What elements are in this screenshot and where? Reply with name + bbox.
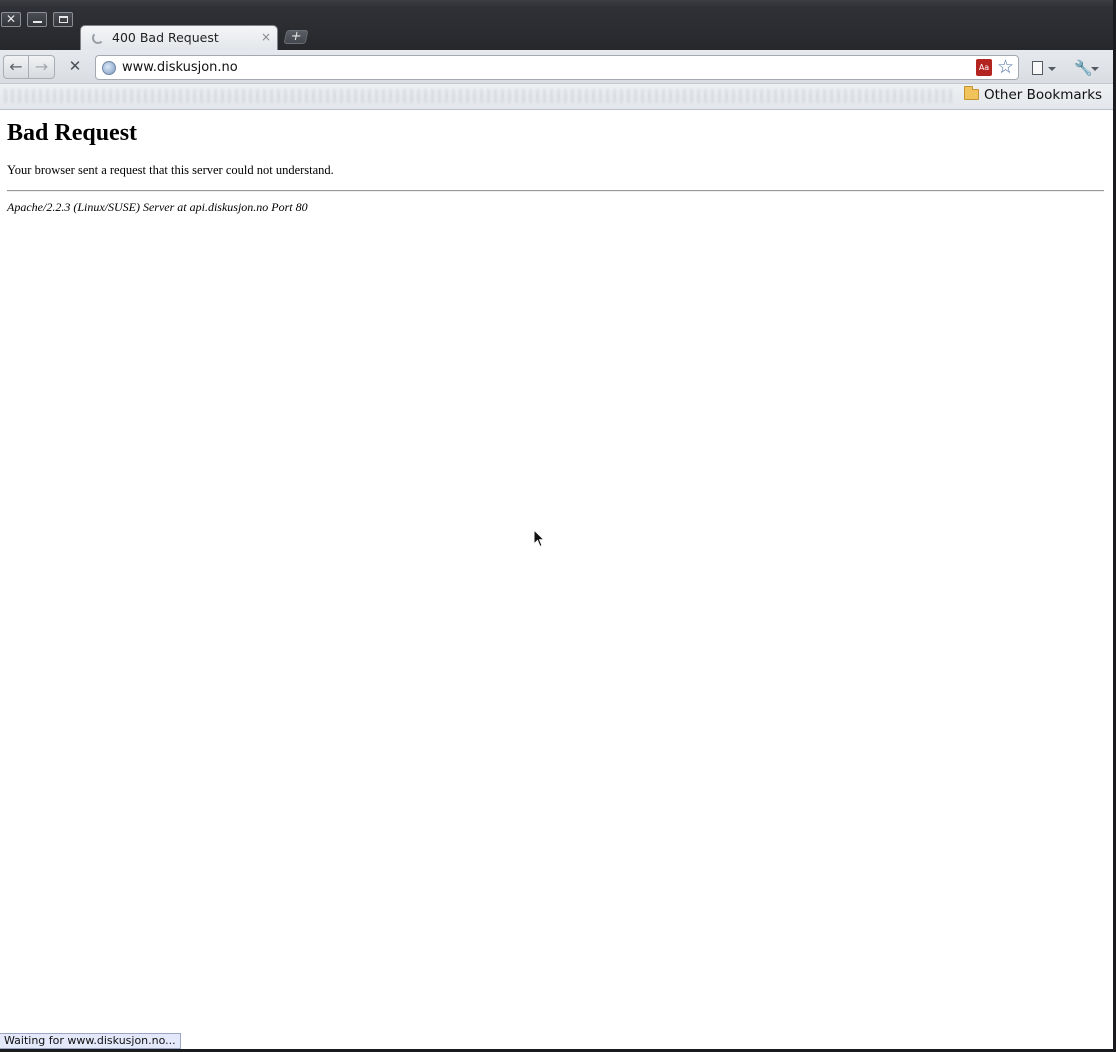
new-tab-button[interactable]: + [283, 29, 309, 44]
globe-icon [102, 61, 116, 75]
url-text[interactable]: www.diskusjon.no [122, 60, 238, 75]
mouse-cursor-icon [533, 529, 545, 548]
browser-window: ✕ 400 Bad Request × + ← → ✕ www.diskusjo… [0, 0, 1113, 1050]
server-signature: Apache/2.2.3 (Linux/SUSE) Server at api.… [7, 200, 308, 214]
chevron-down-icon [1048, 67, 1056, 71]
chevron-down-icon [1091, 67, 1099, 71]
close-icon: ✕ [5, 12, 17, 26]
window-maximize-button[interactable] [53, 12, 73, 27]
bookmarks-bar-blurred-items [4, 89, 954, 103]
stop-icon: ✕ [68, 57, 82, 75]
page-content: Bad Request Your browser sent a request … [0, 111, 1113, 1048]
page-heading: Bad Request [7, 120, 138, 146]
bookmark-star-icon[interactable]: ☆ [997, 56, 1014, 78]
wrench-icon: 🔧 [1074, 59, 1093, 77]
maximize-icon [59, 16, 68, 23]
bookmarks-bar [0, 84, 1113, 110]
page-menu-button[interactable] [1030, 58, 1062, 78]
folder-icon[interactable] [964, 86, 979, 100]
tab-close-icon[interactable]: × [261, 30, 271, 44]
page-icon [1032, 61, 1043, 75]
address-bar[interactable]: www.diskusjon.no Aa ☆ [95, 55, 1019, 80]
arrow-left-icon: ← [9, 57, 23, 76]
status-bubble: Waiting for www.diskusjon.no... [0, 1033, 181, 1049]
arrow-right-icon: → [34, 57, 49, 76]
stop-button[interactable]: ✕ [62, 55, 88, 79]
tab-active[interactable]: 400 Bad Request × [80, 25, 278, 50]
window-close-button[interactable]: ✕ [1, 12, 21, 27]
dictionary-extension-icon[interactable]: Aa [976, 59, 992, 76]
minimize-icon [33, 21, 42, 23]
loading-throbber-icon [92, 32, 104, 44]
tab-title: 400 Bad Request [112, 30, 219, 45]
other-bookmarks-button[interactable]: Other Bookmarks [984, 87, 1102, 103]
error-message: Your browser sent a request that this se… [7, 163, 334, 177]
window-minimize-button[interactable] [27, 12, 47, 27]
divider [7, 190, 1104, 192]
forward-button[interactable]: → [29, 55, 55, 79]
back-button[interactable]: ← [3, 55, 29, 79]
wrench-menu-button[interactable]: 🔧 [1073, 58, 1105, 78]
